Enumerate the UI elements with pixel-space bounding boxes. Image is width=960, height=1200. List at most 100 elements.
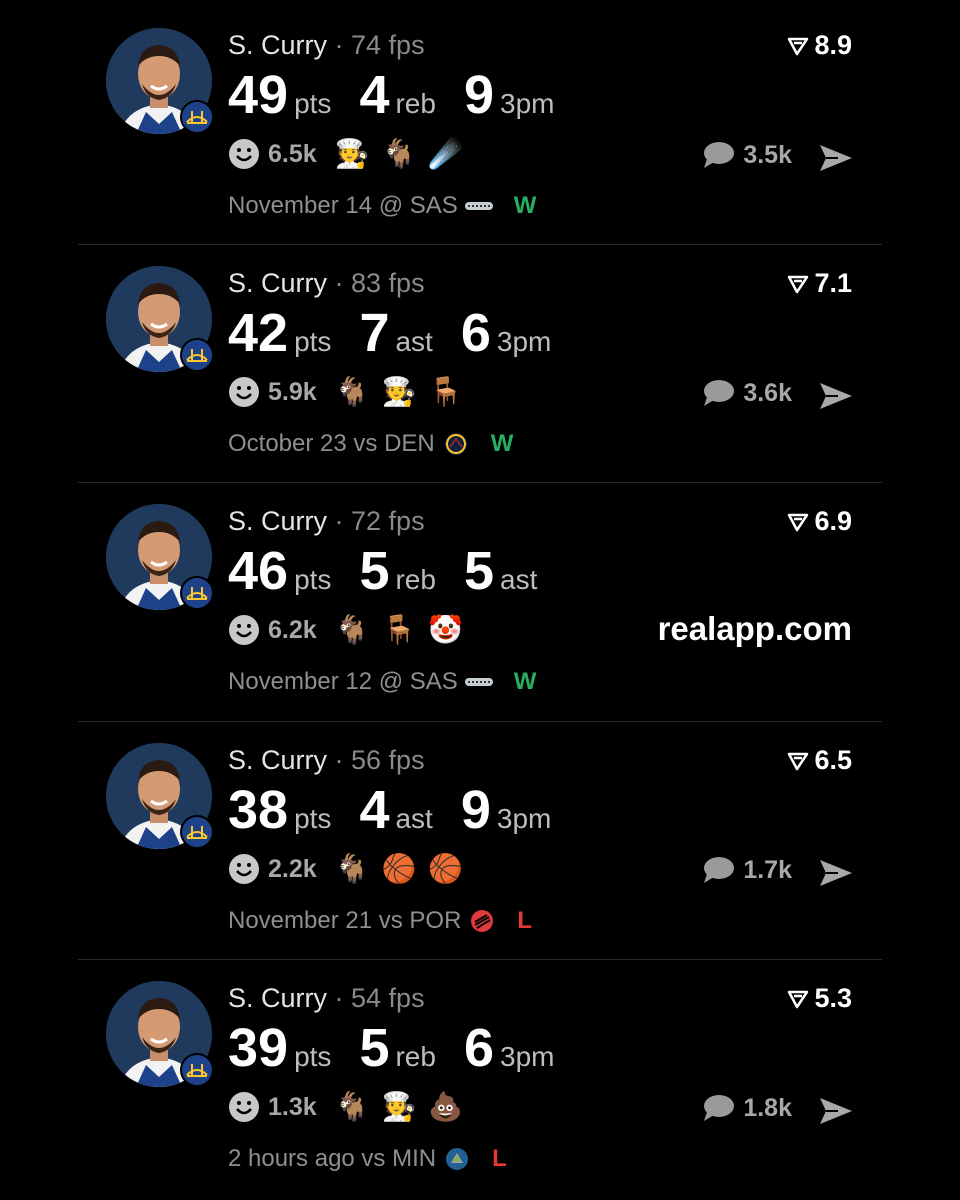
blazers-logo: [471, 910, 494, 932]
fps-score: · 74 fps: [334, 30, 425, 60]
team-badge: [180, 100, 214, 134]
stat-unit: reb: [395, 88, 436, 119]
game-info: November 12 @ SAS W: [228, 668, 536, 696]
reaction-emoji[interactable]: 🐐: [335, 1091, 370, 1123]
game-info: 2 hours ago vs MIN L: [228, 1145, 507, 1173]
stat-value: 46: [228, 541, 289, 601]
rank-score: 6.5: [786, 745, 852, 776]
player-name[interactable]: S. Curry: [228, 745, 327, 775]
reaction-emoji[interactable]: 🤡: [428, 614, 463, 646]
reaction-emoji[interactable]: 🧑‍🍳: [382, 1091, 417, 1123]
reaction-emoji[interactable]: 🐐: [335, 614, 370, 646]
rank-score: 5.3: [786, 983, 852, 1014]
post-header: S. Curry · 83 fps: [228, 268, 425, 299]
smile-reaction-icon[interactable]: [228, 614, 260, 646]
watermark: realapp.com: [657, 610, 852, 647]
reaction-emoji[interactable]: 🐐: [335, 376, 370, 408]
post-card[interactable]: S. Curry · 54 fps 5.3 39 pts 5 reb 6 3pm 1.3k…: [78, 953, 882, 1191]
stat-unit: ast: [395, 803, 433, 834]
reaction-emoji[interactable]: 🧑‍🍳: [382, 376, 417, 408]
game-result: L: [517, 907, 533, 934]
share-icon[interactable]: [818, 1095, 854, 1127]
smile-reaction-icon[interactable]: [228, 1091, 260, 1123]
smile-reaction-icon[interactable]: [228, 376, 260, 408]
stat-unit: reb: [395, 1041, 436, 1072]
team-badge: [180, 576, 214, 610]
game-date: October 23 vs DEN: [228, 430, 435, 457]
player-name[interactable]: S. Curry: [228, 983, 327, 1013]
share-icon[interactable]: [818, 857, 854, 889]
rank-icon: [788, 37, 809, 55]
reaction-count: 6.5k: [268, 139, 317, 168]
reaction-count: 2.2k: [268, 854, 317, 883]
comment-count: 3.5k: [743, 140, 792, 169]
post-header: S. Curry · 72 fps: [228, 506, 425, 537]
post-card[interactable]: S. Curry · 72 fps 6.9 46 pts 5 reb 5 ast 6.2k…: [78, 476, 882, 714]
rank-score: 8.9: [786, 30, 852, 61]
stat-value: 5: [359, 1018, 390, 1078]
comments-button[interactable]: 1.7k: [701, 855, 792, 885]
comment-icon: [704, 380, 735, 406]
player-name[interactable]: S. Curry: [228, 30, 327, 60]
rank-icon: [788, 752, 809, 770]
reaction-emoji[interactable]: 🪑: [428, 376, 463, 408]
stat-value: 4: [359, 65, 390, 125]
stat-unit: 3pm: [496, 326, 552, 357]
comment-icon: [704, 1095, 735, 1121]
comment-count: 1.8k: [743, 1093, 792, 1122]
reaction-emoji[interactable]: 💩: [428, 1091, 463, 1123]
comments-button[interactable]: 1.8k: [701, 1093, 792, 1123]
stat-value: 9: [463, 65, 494, 125]
stat-line: 38 pts 4 ast 9 3pm: [228, 779, 579, 841]
reaction-emoji[interactable]: 🏀: [382, 853, 417, 885]
reaction-emoji[interactable]: 🧑‍🍳: [335, 138, 370, 170]
player-name[interactable]: S. Curry: [228, 268, 327, 298]
stat-unit: pts: [294, 88, 332, 119]
game-info: October 23 vs DEN W: [228, 430, 513, 458]
game-result: W: [513, 668, 537, 695]
player-name[interactable]: S. Curry: [228, 506, 327, 536]
reaction-bar: 5.9k 🐐 🧑‍🍳 🪑: [228, 376, 475, 408]
stat-line: 42 pts 7 ast 6 3pm: [228, 302, 579, 364]
post-header: S. Curry · 54 fps: [228, 983, 425, 1014]
stat-unit: pts: [294, 1041, 332, 1072]
stat-unit: reb: [395, 564, 436, 595]
share-icon[interactable]: [818, 142, 854, 174]
post-card[interactable]: S. Curry · 83 fps 7.1 42 pts 7 ast 6 3pm 5.9k…: [78, 238, 882, 476]
reaction-emoji[interactable]: 🏀: [428, 853, 463, 885]
reaction-emoji[interactable]: 🐐: [382, 138, 417, 170]
team-badge: [180, 338, 214, 372]
smile-reaction-icon[interactable]: [228, 138, 260, 170]
game-result: W: [490, 430, 514, 457]
smile-reaction-icon[interactable]: [228, 853, 260, 885]
rank-value: 6.5: [814, 745, 852, 775]
reaction-emoji[interactable]: 🪑: [382, 614, 417, 646]
reaction-emoji[interactable]: 🐐: [335, 853, 370, 885]
stat-unit: 3pm: [500, 88, 555, 119]
post-card[interactable]: S. Curry · 74 fps 8.9 49 pts 4 reb 9 3pm 6.5k…: [78, 0, 882, 238]
warriors-logo: [182, 340, 212, 370]
post-card[interactable]: S. Curry · 56 fps 6.5 38 pts 4 ast 9 3pm 2.2k…: [78, 715, 882, 953]
stat-unit: pts: [294, 564, 332, 595]
stat-value: 9: [460, 780, 491, 840]
post-header: S. Curry · 74 fps: [228, 30, 425, 61]
warriors-logo: [182, 1055, 212, 1085]
stat-value: 42: [228, 303, 289, 363]
stat-unit: 3pm: [500, 1041, 555, 1072]
stat-unit: pts: [294, 326, 332, 357]
game-info: November 14 @ SAS W: [228, 192, 536, 220]
reaction-count: 5.9k: [268, 377, 317, 406]
rank-value: 8.9: [814, 30, 852, 60]
reaction-bar: 1.3k 🐐 🧑‍🍳 💩: [228, 1091, 475, 1123]
comments-button[interactable]: 3.6k: [701, 378, 792, 408]
comments-button[interactable]: 3.5k: [701, 140, 792, 170]
share-icon[interactable]: [818, 380, 854, 412]
stat-value: 6: [460, 303, 491, 363]
nuggets-logo: [444, 433, 467, 455]
rank-icon: [788, 513, 809, 531]
post-feed: S. Curry · 74 fps 8.9 49 pts 4 reb 9 3pm 6.5k…: [0, 0, 960, 1200]
rank-score: 6.9: [786, 506, 852, 537]
reaction-emoji[interactable]: ☄️: [428, 138, 463, 170]
team-badge: [180, 815, 214, 849]
reaction-bar: 2.2k 🐐 🏀 🏀: [228, 853, 475, 885]
